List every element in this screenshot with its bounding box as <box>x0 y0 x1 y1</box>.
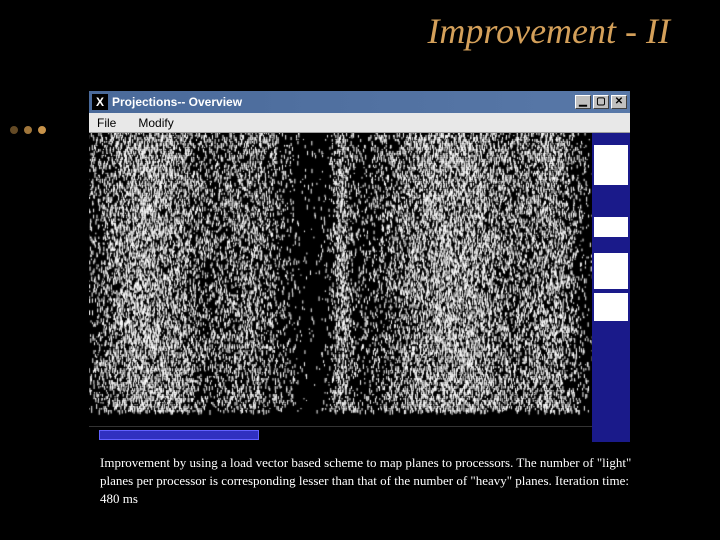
window-titlebar[interactable]: X Projections-- Overview ▁ ▢ ✕ <box>89 91 630 113</box>
summary-block <box>594 293 628 321</box>
window-controls: ▁ ▢ ✕ <box>575 95 627 109</box>
summary-block <box>594 253 628 289</box>
side-summary-panel <box>592 133 630 442</box>
window-title: Projections-- Overview <box>112 95 575 109</box>
maximize-button[interactable]: ▢ <box>593 95 609 109</box>
window-sysmenu-icon[interactable]: X <box>92 94 108 110</box>
summary-block <box>594 145 628 185</box>
menu-modify[interactable]: Modify <box>138 116 173 130</box>
slide-title: Improvement - II <box>0 0 720 57</box>
app-window: X Projections-- Overview ▁ ▢ ✕ File Modi… <box>88 90 631 443</box>
slide-caption: Improvement by using a load vector based… <box>100 454 640 509</box>
horizontal-scrollbar[interactable] <box>89 426 592 442</box>
slide-bullet-accent <box>0 128 56 132</box>
menubar: File Modify <box>89 113 630 133</box>
close-button[interactable]: ✕ <box>611 95 627 109</box>
menu-file[interactable]: File <box>97 116 116 130</box>
summary-block <box>594 217 628 237</box>
minimize-button[interactable]: ▁ <box>575 95 591 109</box>
scrollbar-thumb[interactable] <box>99 430 259 440</box>
visualization-area <box>89 133 630 442</box>
projections-overview-plot <box>89 133 594 428</box>
